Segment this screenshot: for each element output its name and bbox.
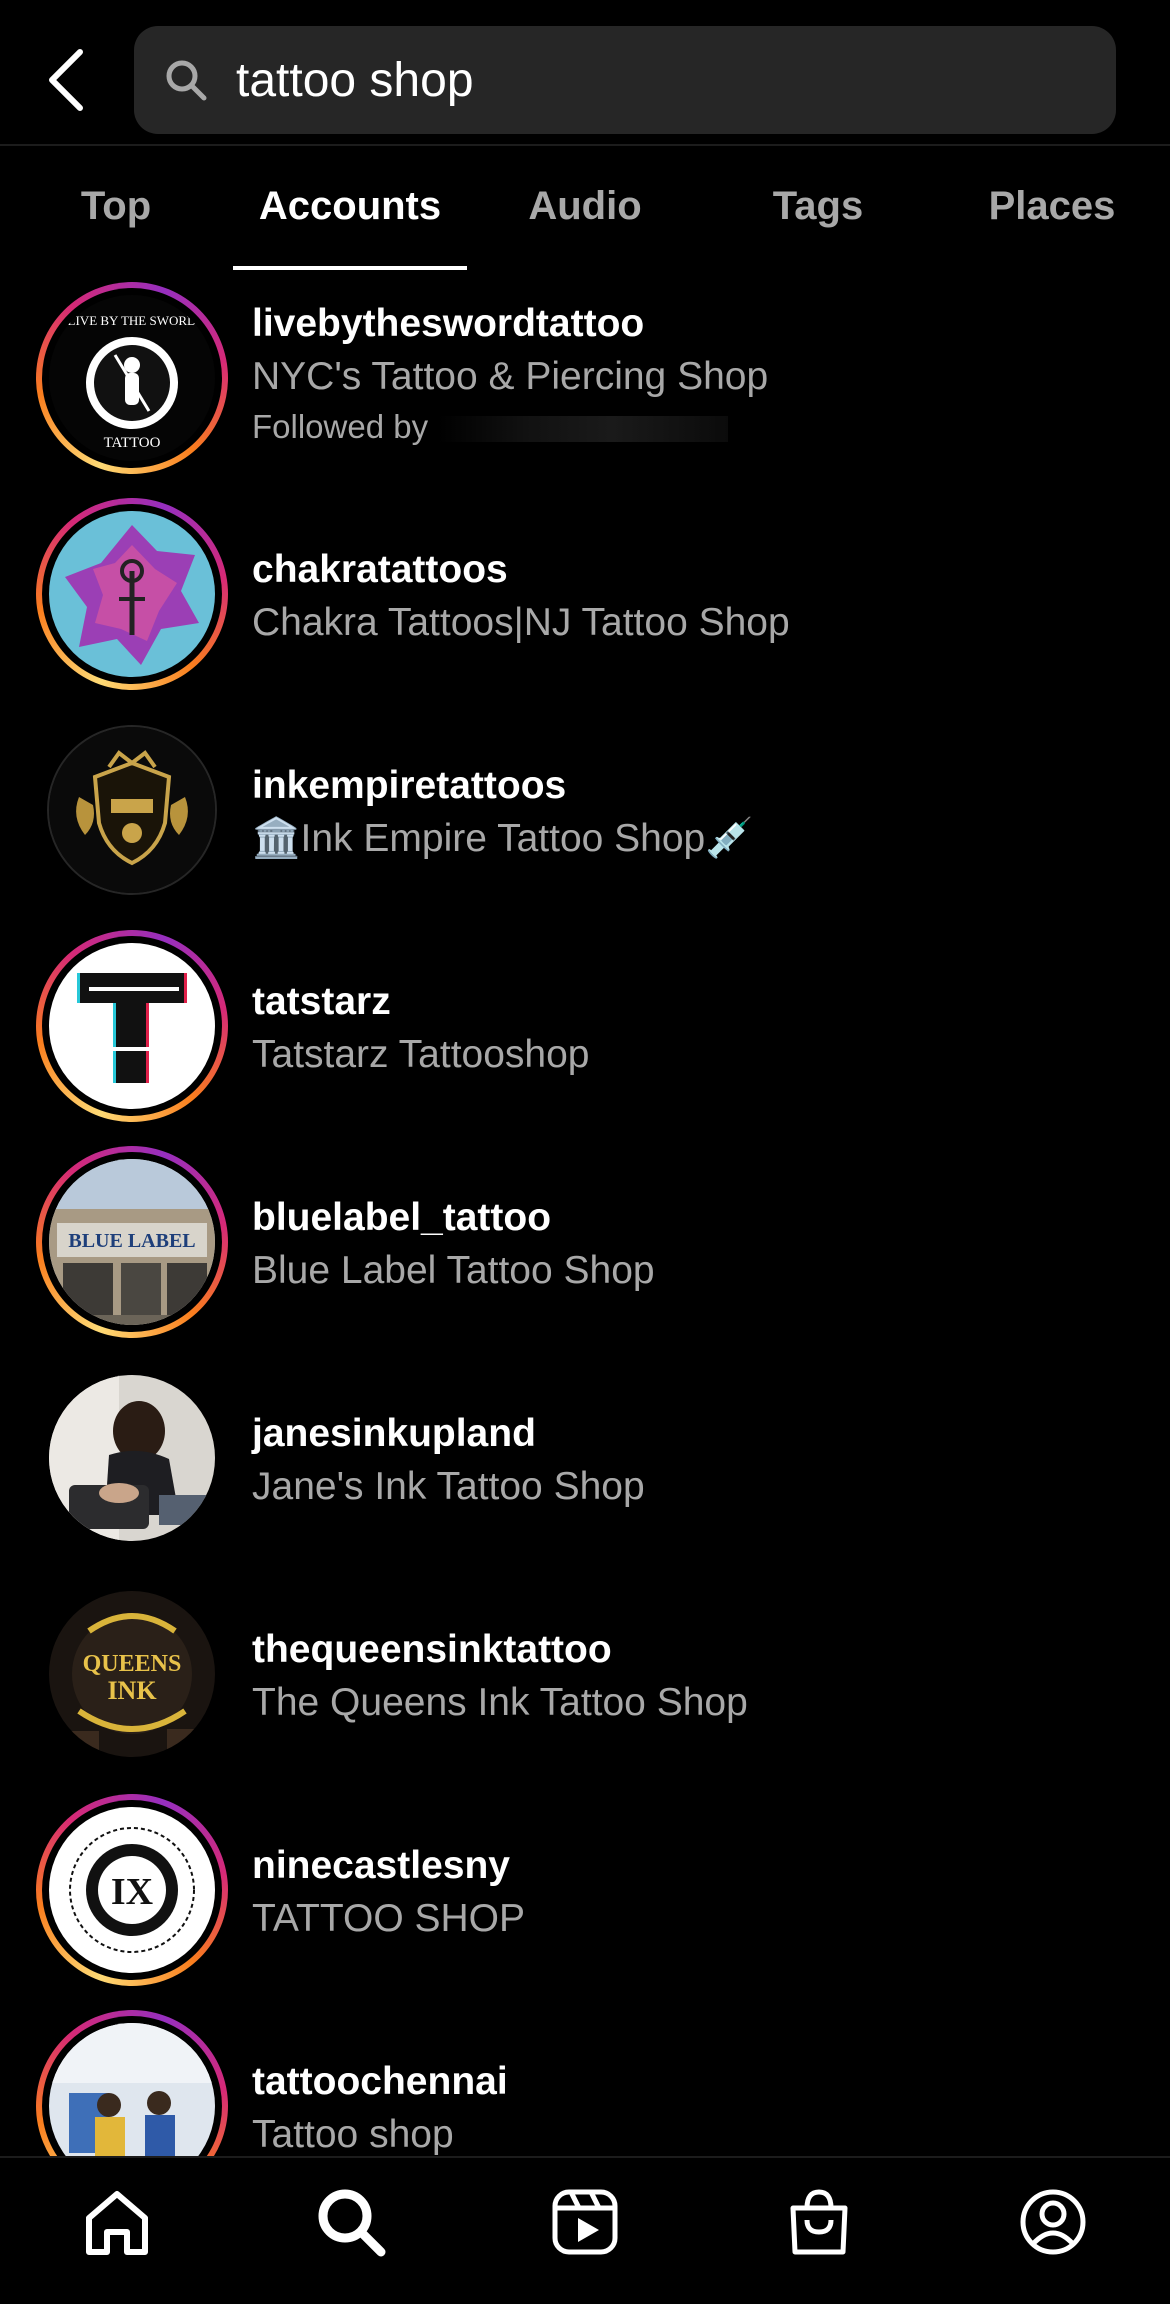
- tab-audio[interactable]: Audio: [508, 184, 662, 229]
- search-icon: [162, 56, 210, 104]
- account-full-name: NYC's Tattoo & Piercing Shop: [252, 355, 769, 398]
- account-row[interactable]: inkempiretattoos 🏛️Ink Empire Tattoo Sho…: [0, 704, 1170, 920]
- account-username: inkempiretattoos: [252, 764, 567, 807]
- account-full-name: Tattoo shop: [252, 2113, 454, 2156]
- account-username: bluelabel_tattoo: [252, 1196, 552, 1239]
- avatar[interactable]: QUEENS INK: [36, 1578, 228, 1770]
- active-tab-indicator: [233, 266, 467, 270]
- followed-by-text: Followed by: [252, 404, 1132, 450]
- account-full-name: Blue Label Tattoo Shop: [252, 1249, 655, 1292]
- bottom-nav-bar: [0, 2156, 1170, 2304]
- nav-home-button[interactable]: [77, 2182, 157, 2262]
- tab-places[interactable]: Places: [972, 184, 1132, 229]
- account-row[interactable]: tattoochennai Tattoo shop: [0, 2000, 1170, 2156]
- account-full-name: Jane's Ink Tattoo Shop: [252, 1465, 645, 1508]
- search-header: [0, 0, 1170, 146]
- account-row[interactable]: janesinkupland Jane's Ink Tattoo Shop: [0, 1352, 1170, 1568]
- avatar[interactable]: [36, 2010, 228, 2156]
- account-results-list: LIVE BY THE SWORD TATTOO livebytheswordt…: [0, 272, 1170, 2156]
- account-full-name: 🏛️Ink Empire Tattoo Shop💉: [252, 817, 754, 860]
- account-full-name: Chakra Tattoos|NJ Tattoo Shop: [252, 601, 790, 644]
- tab-top[interactable]: Top: [56, 184, 176, 229]
- avatar-logo-text: TATTOO: [104, 435, 161, 451]
- avatar-logo-text: IX: [111, 1871, 153, 1913]
- nav-shop-button[interactable]: [779, 2182, 859, 2262]
- tab-tags[interactable]: Tags: [748, 184, 888, 229]
- avatar-logo-text: INK: [107, 1676, 157, 1705]
- reels-icon: [552, 2189, 618, 2255]
- account-full-name: The Queens Ink Tattoo Shop: [252, 1681, 748, 1724]
- nav-reels-button[interactable]: [545, 2182, 625, 2262]
- search-input[interactable]: [236, 52, 1036, 108]
- account-username: thequeensinktattoo: [252, 1628, 612, 1671]
- profile-icon: [1020, 2189, 1086, 2255]
- account-username: livebytheswordtattoo: [252, 302, 645, 345]
- chevron-left-icon: [49, 49, 83, 111]
- redacted-names: [438, 416, 729, 443]
- nav-profile-button[interactable]: [1013, 2182, 1093, 2262]
- account-username: janesinkupland: [252, 1412, 536, 1455]
- avatar[interactable]: [36, 930, 228, 1122]
- shop-icon: [790, 2189, 848, 2255]
- back-button[interactable]: [36, 40, 96, 120]
- home-icon: [86, 2191, 148, 2255]
- tab-accounts[interactable]: Accounts: [233, 184, 467, 229]
- avatar[interactable]: [36, 714, 228, 906]
- account-row[interactable]: QUEENS INK thequeensinktattoo The Queens…: [0, 1568, 1170, 1784]
- account-username: tattoochennai: [252, 2060, 508, 2103]
- avatar-logo-text: BLUE LABEL: [68, 1230, 195, 1252]
- account-row[interactable]: BLUE LABEL bluelabel_tattoo Blue Label T…: [0, 1136, 1170, 1352]
- account-row[interactable]: IX ninecastlesny TATTOO SHOP: [0, 1784, 1170, 2000]
- account-row[interactable]: LIVE BY THE SWORD TATTOO livebytheswordt…: [0, 272, 1170, 488]
- result-tabs: Top Accounts Audio Tags Places: [0, 146, 1170, 272]
- avatar[interactable]: IX: [36, 1794, 228, 1986]
- account-row[interactable]: chakratattoos Chakra Tattoos|NJ Tattoo S…: [0, 488, 1170, 704]
- account-username: tatstarz: [252, 980, 391, 1023]
- avatar[interactable]: BLUE LABEL: [36, 1146, 228, 1338]
- avatar-logo-text: QUEENS: [83, 1651, 182, 1677]
- account-username: chakratattoos: [252, 548, 508, 591]
- account-row[interactable]: tatstarz Tatstarz Tattooshop: [0, 920, 1170, 1136]
- avatar[interactable]: LIVE BY THE SWORD TATTOO: [36, 282, 228, 474]
- search-bar[interactable]: [134, 26, 1116, 134]
- avatar-logo-text: LIVE BY THE SWORD: [68, 313, 197, 328]
- nav-search-button[interactable]: [311, 2182, 391, 2262]
- account-full-name: Tatstarz Tattooshop: [252, 1033, 590, 1076]
- avatar[interactable]: [36, 498, 228, 690]
- avatar[interactable]: [36, 1362, 228, 1554]
- account-full-name: TATTOO SHOP: [252, 1897, 526, 1940]
- account-username: ninecastlesny: [252, 1844, 510, 1887]
- search-icon: [318, 2189, 386, 2257]
